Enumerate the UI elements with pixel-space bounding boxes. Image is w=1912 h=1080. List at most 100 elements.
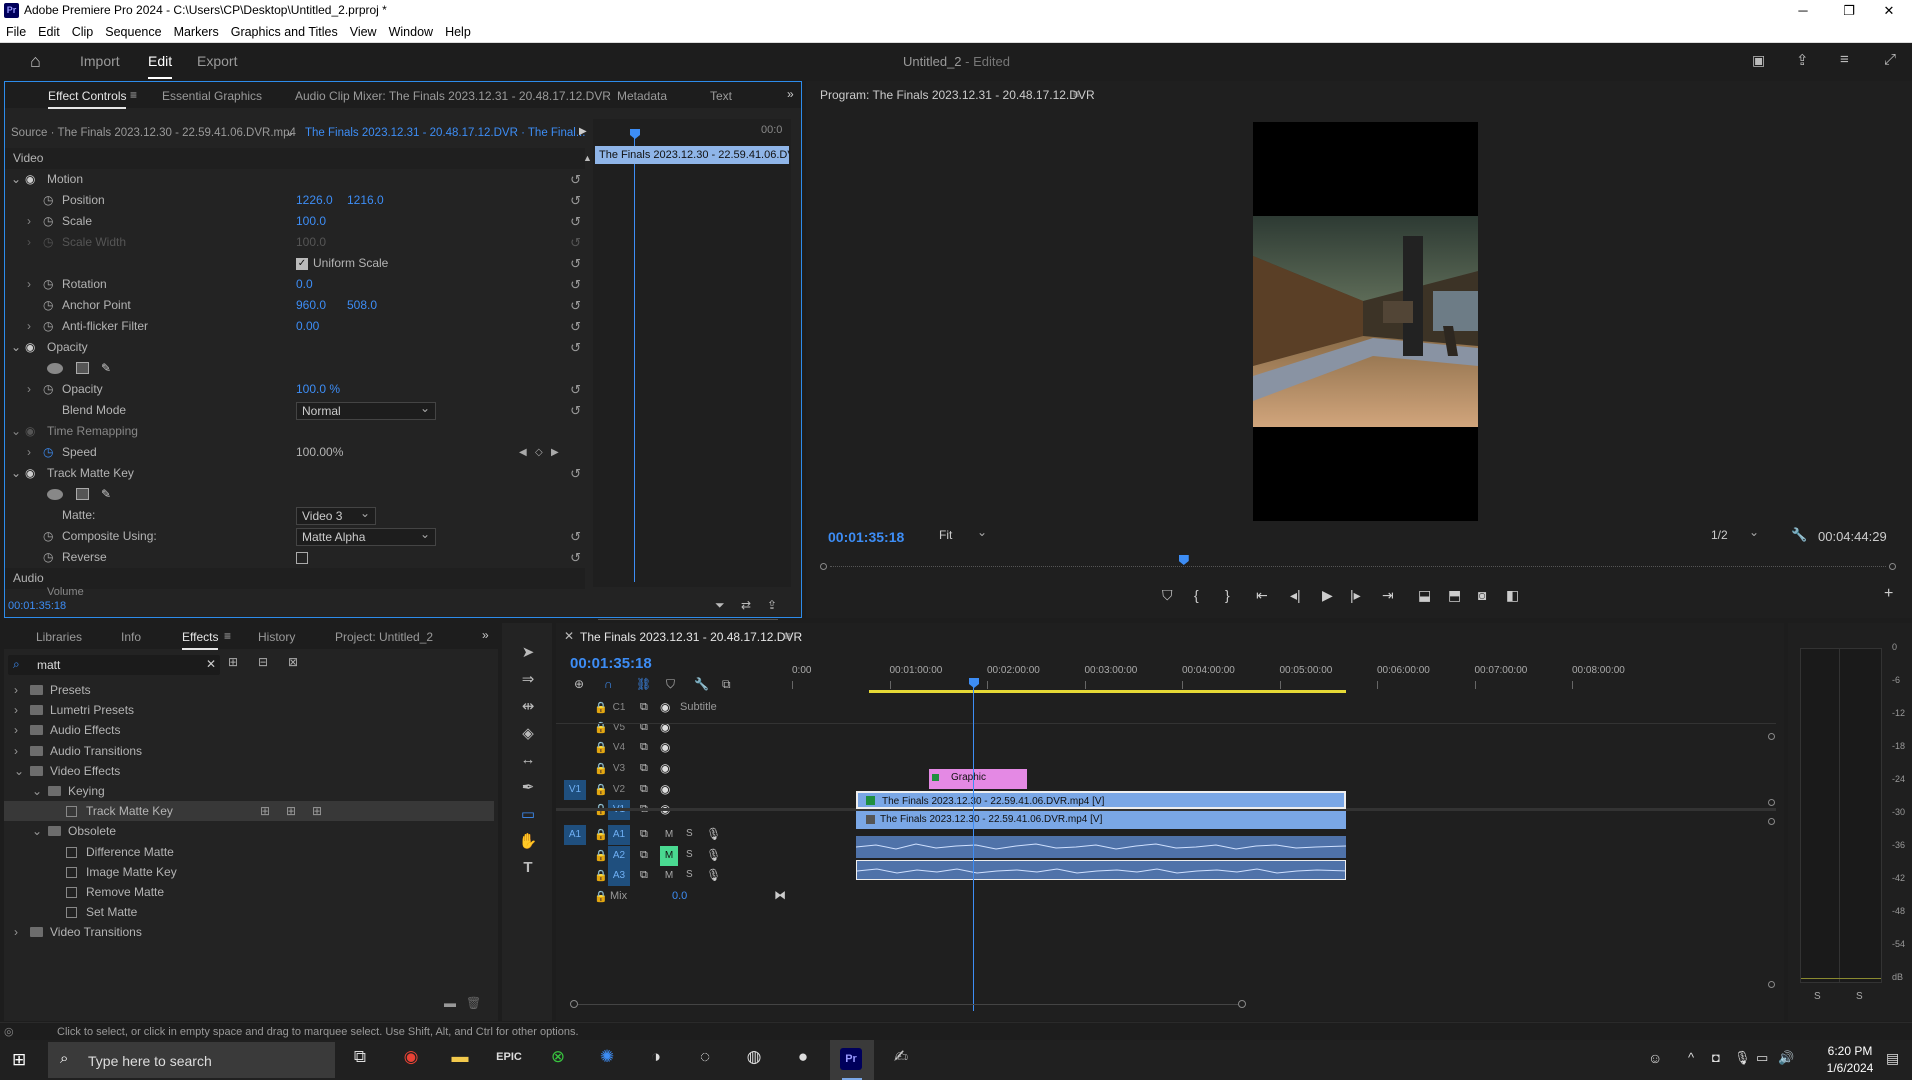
accelerated-effects-icon[interactable]: ⊞ xyxy=(228,655,238,669)
clear-search-icon[interactable]: ✕ xyxy=(206,657,216,671)
disclosure-closed-icon[interactable]: › xyxy=(14,720,18,740)
next-keyframe-icon[interactable]: ▶ xyxy=(551,442,559,463)
stopwatch-icon[interactable]: ◷ xyxy=(43,442,53,463)
solo-button[interactable]: S xyxy=(686,828,693,839)
lift-icon[interactable]: ⬓ xyxy=(1418,587,1431,604)
sequence-tab[interactable]: The Finals 2023.12.31 - 20.48.17.12.DVR xyxy=(580,630,802,644)
ripple-edit-tool-icon[interactable]: ⇹ xyxy=(518,697,538,715)
linked-selection-icon[interactable]: ⛓ xyxy=(636,677,651,691)
effects-tree-item[interactable]: ⌄ Obsolete xyxy=(4,821,494,841)
lock-icon[interactable]: 🔒 xyxy=(594,762,608,775)
32-bit-effects-icon[interactable]: ⊟ xyxy=(258,655,268,669)
effects-tree-item[interactable]: Track Matte Key ⊞ ⊞ ⊞ xyxy=(4,801,494,822)
workspaces-menu-icon[interactable]: ≡ xyxy=(1840,51,1849,68)
xbox-icon[interactable]: ⊗ xyxy=(543,1042,573,1072)
stopwatch-icon[interactable]: ◷ xyxy=(43,274,53,295)
task-view-icon[interactable]: ⧉ xyxy=(345,1042,375,1072)
play-only-audio-icon[interactable]: ▶ xyxy=(579,126,587,137)
source-patch-v1[interactable]: V1 xyxy=(564,780,586,800)
reset-icon[interactable]: ↺ xyxy=(570,211,581,232)
reset-icon[interactable]: ↺ xyxy=(570,169,581,190)
stopwatch-icon[interactable]: ◷ xyxy=(43,379,53,400)
filter-icon[interactable]: ⏷ xyxy=(715,598,725,613)
fullscreen-icon[interactable]: ⤢ xyxy=(1884,51,1896,68)
menu-file[interactable]: File xyxy=(0,22,32,43)
toggle-output-eye-icon[interactable]: ◉ xyxy=(660,782,670,796)
close-sequence-icon[interactable]: ✕ xyxy=(564,629,574,643)
sync-lock-icon[interactable]: ⧉ xyxy=(640,849,648,862)
ruler-end-handle[interactable] xyxy=(1889,563,1896,570)
program-playhead[interactable] xyxy=(1178,555,1189,565)
reset-icon[interactable]: ↺ xyxy=(570,316,581,337)
menu-edit[interactable]: Edit xyxy=(32,22,66,43)
pen-mask-icon[interactable]: ✎ xyxy=(101,484,111,505)
effect-controls-timecode[interactable]: 00:01:35:18 xyxy=(8,600,66,612)
share-icon[interactable]: ⇪ xyxy=(1796,51,1809,69)
disclosure-open-icon[interactable]: ⌄ xyxy=(11,463,21,484)
disclosure-closed-icon[interactable]: › xyxy=(14,741,18,761)
add-marker-icon[interactable]: ⛉ xyxy=(1162,587,1173,604)
voiceover-record-icon[interactable]: 🎙 xyxy=(706,848,721,862)
disclosure-closed-icon[interactable]: › xyxy=(14,680,18,700)
type-tool-icon[interactable]: T xyxy=(518,859,538,876)
disclosure-closed-icon[interactable]: › xyxy=(27,316,31,337)
reset-icon[interactable]: ↺ xyxy=(570,337,581,358)
taskbar-search-box[interactable]: ⌕ Type here to search xyxy=(48,1042,335,1078)
lock-icon[interactable]: 🔒 xyxy=(594,869,608,882)
windows-start-icon[interactable]: ⊞ xyxy=(12,1050,26,1070)
network-icon[interactable]: ▭ xyxy=(1756,1050,1768,1066)
disclosure-closed-icon[interactable]: › xyxy=(14,922,18,942)
menu-graphics-titles[interactable]: Graphics and Titles xyxy=(225,22,344,43)
step-forward-icon[interactable]: |▸ xyxy=(1350,587,1361,604)
position-y-value[interactable]: 1216.0 xyxy=(347,190,384,211)
more-tabs-icon[interactable]: » xyxy=(482,628,489,642)
ruler-start-handle[interactable] xyxy=(820,563,827,570)
mix-jump-icon[interactable]: ⧓ xyxy=(774,888,786,902)
more-tabs-icon[interactable]: » xyxy=(787,87,794,101)
workspace-export[interactable]: Export xyxy=(197,53,237,69)
program-time-ruler[interactable] xyxy=(820,555,1896,571)
zoom-start-handle[interactable] xyxy=(570,1000,578,1008)
volume-icon[interactable]: 🔊 xyxy=(1778,1050,1794,1066)
mark-out-icon[interactable]: } xyxy=(1225,587,1230,603)
tab-info[interactable]: Info xyxy=(121,630,141,644)
menu-markers[interactable]: Markers xyxy=(168,22,225,43)
solo-left-button[interactable]: S xyxy=(1814,991,1821,1002)
effects-tree-item[interactable]: ⌄ Video Effects xyxy=(4,761,494,781)
speed-value[interactable]: 100.00% xyxy=(296,442,343,463)
disclosure-open-icon[interactable]: ⌄ xyxy=(14,761,24,781)
track-target-a1[interactable]: A1 xyxy=(608,825,630,845)
track-target-v3[interactable]: V3 xyxy=(608,759,630,779)
discord-icon[interactable]: ◑ xyxy=(641,1042,671,1072)
sync-lock-icon[interactable]: ⧉ xyxy=(640,762,648,775)
step-back-icon[interactable]: ◂| xyxy=(1290,587,1301,604)
taskbar-search-input[interactable]: Type here to search xyxy=(88,1053,212,1069)
disclosure-closed-icon[interactable]: › xyxy=(27,274,31,295)
effects-tree-item[interactable]: › Audio Transitions xyxy=(4,741,494,761)
uniform-scale-checkbox[interactable]: ✓ xyxy=(296,258,308,270)
program-timecode[interactable]: 00:01:35:18 xyxy=(828,529,904,545)
reset-icon[interactable]: ↺ xyxy=(570,400,581,421)
solo-button[interactable]: S xyxy=(686,869,693,880)
effect-controls-timeline[interactable]: 00:0 The Finals 2023.12.30 - 22.59.41.06… xyxy=(593,119,791,620)
add-marker-icon[interactable]: ⛉ xyxy=(666,677,675,692)
add-keyframe-icon[interactable]: ◇ xyxy=(535,442,543,463)
razor-tool-icon[interactable]: ◈ xyxy=(518,724,538,742)
go-to-in-icon[interactable]: ⇤ xyxy=(1256,587,1268,604)
snap-magnet-icon[interactable]: ∩ xyxy=(604,677,613,691)
tab-history[interactable]: History xyxy=(258,630,295,644)
menu-clip[interactable]: Clip xyxy=(66,22,100,43)
reverse-checkbox[interactable] xyxy=(296,552,308,564)
workspace-edit[interactable]: Edit xyxy=(148,53,173,79)
voiceover-record-icon[interactable]: 🎙 xyxy=(706,868,721,882)
export-frame-camera-icon[interactable]: ◙ xyxy=(1478,587,1486,603)
pen-mask-icon[interactable]: ✎ xyxy=(101,358,111,379)
sync-lock-icon[interactable]: ⧉ xyxy=(640,701,648,714)
solo-right-button[interactable]: S xyxy=(1856,991,1863,1002)
prev-keyframe-icon[interactable]: ◀ xyxy=(519,442,527,463)
resolution-select[interactable]: 1/2 xyxy=(1706,524,1764,545)
effects-tree-item[interactable]: Set Matte xyxy=(4,902,494,922)
disclosure-open-icon[interactable]: ⌄ xyxy=(11,421,21,442)
mute-button[interactable]: M xyxy=(660,866,678,886)
disclosure-open-icon[interactable]: ⌄ xyxy=(11,169,21,190)
